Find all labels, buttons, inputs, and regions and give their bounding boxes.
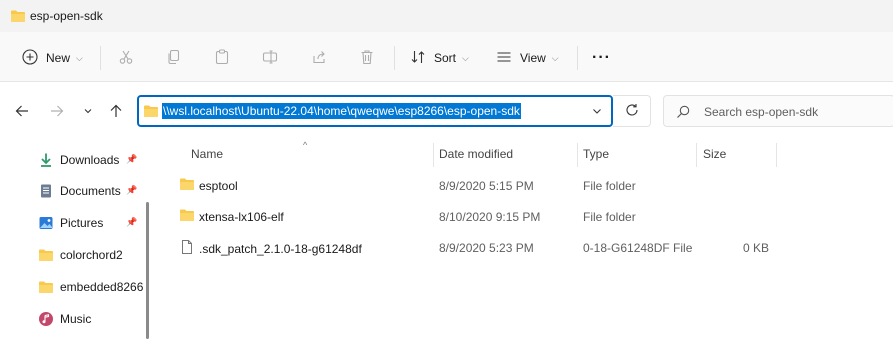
pin-icon: 📌: [126, 154, 138, 164]
sidebar-item-label: colorchord2: [60, 248, 123, 262]
column-header-type[interactable]: Type: [577, 140, 696, 169]
documents-icon: [38, 183, 54, 199]
separator: [394, 46, 395, 70]
separator: [577, 46, 578, 70]
separator: [100, 46, 101, 70]
chevron-down-icon: [83, 105, 93, 119]
new-button-label: New: [46, 51, 71, 65]
command-bar: New ⌵ Sort ⌵ View ⌵ ···: [0, 32, 893, 82]
sort-ascending-icon: ^: [303, 140, 308, 150]
share-button[interactable]: [311, 44, 327, 72]
download-icon: [38, 152, 54, 168]
folder-icon: [179, 177, 195, 194]
column-separator[interactable]: [776, 143, 777, 167]
search-placeholder: Search esp-open-sdk: [704, 105, 819, 119]
file-name-cell: .sdk_patch_2.1.0-18-g61248df: [179, 239, 362, 258]
more-icon: ···: [592, 49, 611, 66]
view-button-label: View: [520, 51, 546, 65]
window-title: esp-open-sdk: [30, 9, 103, 23]
sort-button[interactable]: Sort ⌵: [410, 44, 469, 72]
file-icon: [179, 239, 195, 258]
refresh-button[interactable]: [613, 95, 651, 127]
column-header-size[interactable]: Size: [697, 140, 777, 169]
cut-button[interactable]: [118, 44, 134, 72]
paste-button[interactable]: [214, 44, 230, 72]
view-list-icon: [496, 49, 512, 68]
forward-button[interactable]: [46, 101, 68, 123]
search-icon: [676, 105, 690, 122]
up-button[interactable]: [105, 101, 127, 123]
sidebar-item-music[interactable]: Music: [38, 308, 146, 330]
view-button[interactable]: View ⌵: [496, 44, 559, 72]
plus-circle-icon: [22, 48, 38, 68]
recent-locations-button[interactable]: [77, 101, 99, 123]
file-date: 8/9/2020 5:15 PM: [439, 179, 534, 193]
address-input[interactable]: \\wsl.localhost\Ubuntu-22.04\home\qweqwe…: [137, 95, 613, 127]
file-date: 8/9/2020 5:23 PM: [439, 241, 534, 255]
share-icon: [311, 49, 327, 68]
more-options-button[interactable]: ···: [592, 44, 611, 72]
address-bar-row: \\wsl.localhost\Ubuntu-22.04\home\qweqwe…: [0, 82, 893, 140]
address-history-dropdown[interactable]: [591, 105, 603, 120]
trash-icon: [359, 49, 375, 68]
file-name-cell: esptool: [179, 177, 238, 194]
title-bar: esp-open-sdk: [0, 0, 893, 32]
column-header-name[interactable]: Name: [185, 140, 433, 169]
clipboard-icon: [214, 48, 230, 68]
pin-icon: 📌: [126, 217, 138, 227]
sort-button-label: Sort: [434, 51, 457, 65]
new-button[interactable]: New ⌵: [22, 44, 83, 72]
file-row[interactable]: esptool 8/9/2020 5:15 PM File folder: [172, 171, 792, 201]
folder-icon: [10, 9, 26, 26]
file-type: 0-18-G61248DF File: [583, 241, 693, 255]
arrow-up-icon: [109, 104, 123, 121]
file-type: File folder: [583, 210, 636, 224]
file-row[interactable]: .sdk_patch_2.1.0-18-g61248df 8/9/2020 5:…: [172, 233, 792, 263]
file-name: esptool: [199, 178, 238, 193]
sidebar-item-label: Documents: [60, 184, 121, 198]
sidebar-item-label: Downloads: [60, 153, 120, 167]
sidebar-item-colorchord2[interactable]: colorchord2: [38, 244, 146, 266]
chevron-down-icon: ⌵: [551, 52, 559, 63]
sidebar-item-label: Music: [60, 312, 92, 326]
back-button[interactable]: [11, 101, 33, 123]
sidebar-item-label: embedded8266: [60, 280, 144, 294]
sidebar-scrollbar[interactable]: [146, 202, 149, 339]
refresh-icon: [625, 103, 639, 120]
folder-icon: [179, 208, 195, 225]
pin-icon: 📌: [126, 185, 138, 195]
search-input[interactable]: Search esp-open-sdk: [663, 95, 893, 127]
copy-icon: [166, 49, 182, 68]
sort-icon: [410, 49, 426, 68]
rename-button[interactable]: [262, 44, 278, 72]
folder-icon: [38, 247, 54, 263]
navigation-pane: Downloads 📌 Documents 📌 Pictures 📌 color…: [0, 140, 152, 339]
chevron-down-icon: ⌵: [76, 52, 83, 63]
rename-icon: [262, 49, 278, 68]
file-name-cell: xtensa-lx106-elf: [179, 208, 284, 225]
music-icon: [38, 311, 54, 327]
arrow-left-icon: [15, 104, 29, 121]
file-name: xtensa-lx106-elf: [199, 209, 284, 224]
column-header-date[interactable]: Date modified: [433, 140, 577, 169]
file-type: File folder: [583, 179, 636, 193]
sidebar-item-embedded8266[interactable]: embedded8266: [38, 276, 146, 298]
sidebar-item-label: Pictures: [60, 216, 104, 230]
file-name: .sdk_patch_2.1.0-18-g61248df: [199, 241, 362, 256]
file-row[interactable]: xtensa-lx106-elf 8/10/2020 9:15 PM File …: [172, 202, 792, 232]
delete-button[interactable]: [359, 44, 375, 72]
chevron-down-icon: ⌵: [462, 52, 469, 63]
address-path-text[interactable]: \\wsl.localhost\Ubuntu-22.04\home\qweqwe…: [162, 103, 521, 119]
arrow-right-icon: [50, 104, 64, 121]
pictures-icon: [38, 215, 54, 231]
file-list: Name ^ Date modified Type Size esptool 8…: [152, 140, 893, 339]
file-size: 0 KB: [742, 241, 769, 255]
folder-icon: [38, 279, 54, 295]
folder-icon: [143, 104, 159, 121]
file-date: 8/10/2020 9:15 PM: [439, 210, 541, 224]
copy-button[interactable]: [166, 44, 182, 72]
scissors-icon: [118, 49, 134, 68]
